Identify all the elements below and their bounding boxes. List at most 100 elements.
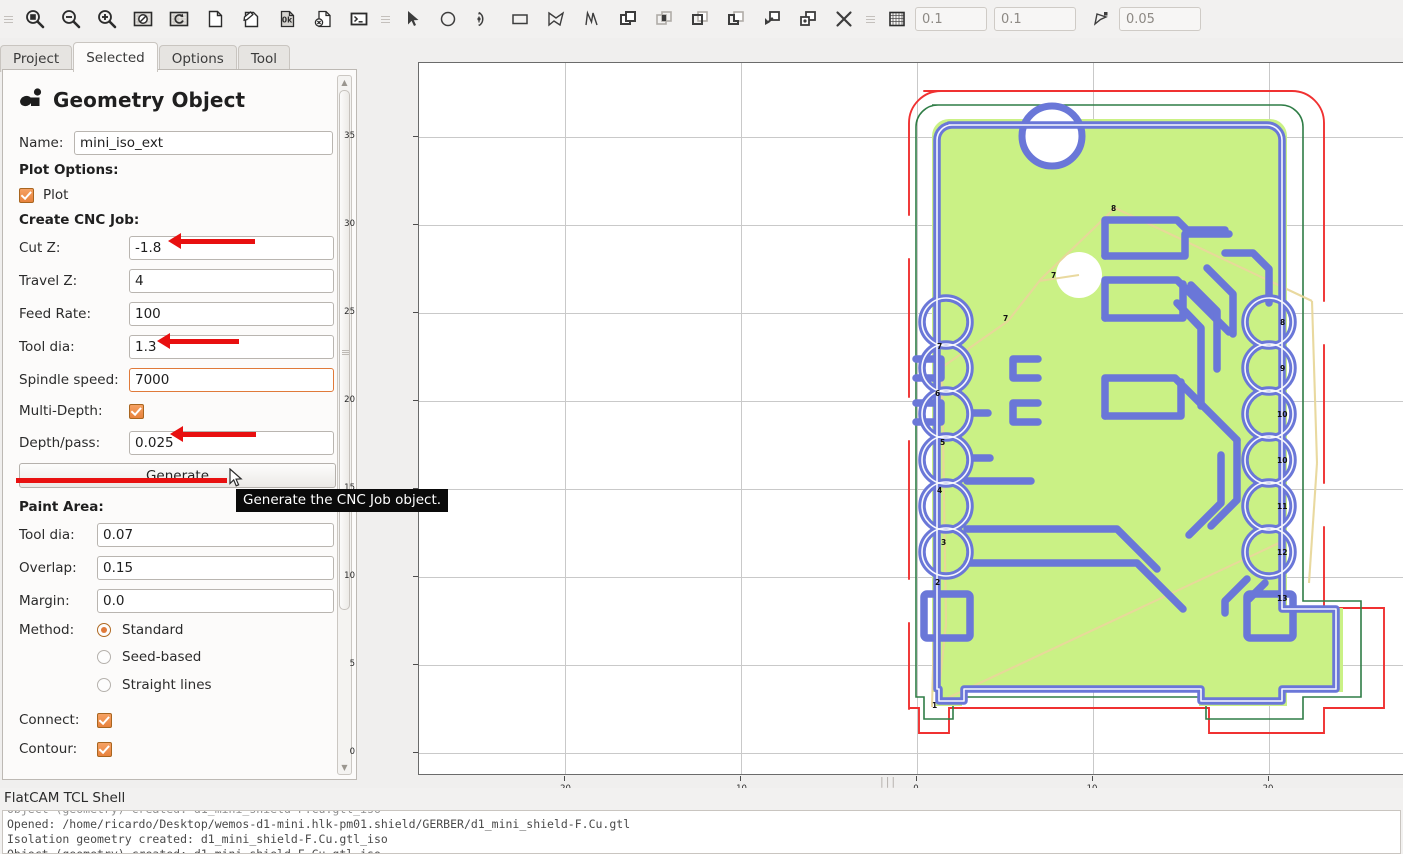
draw-arc-icon[interactable] (466, 2, 502, 36)
method-row-straight: Straight lines (97, 671, 336, 699)
grid-x-input[interactable] (915, 7, 987, 31)
snap-max-icon[interactable] (1083, 2, 1119, 36)
plot-canvas-area[interactable]: 35 30 25 20 15 10 5 0 -20 -10 0 (344, 40, 1403, 794)
intersection-icon[interactable] (646, 2, 682, 36)
draw-polygon-icon[interactable] (538, 2, 574, 36)
paint-margin-row: Margin: (19, 584, 336, 617)
method-radio-seed-based[interactable] (97, 650, 111, 664)
shell-terminal-icon[interactable] (341, 2, 377, 36)
scroll-down-arrow-icon[interactable]: ▼ (338, 761, 351, 774)
plot-checkbox-row[interactable]: Plot (19, 181, 336, 209)
tooltip: Generate the CNC Job object. (236, 489, 449, 512)
draw-path-icon[interactable] (574, 2, 610, 36)
log-line: Object (geometry) created: d1_mini_shiel… (7, 847, 381, 854)
y-tick-label: 0 (349, 747, 355, 757)
y-tick-label: 10 (344, 571, 355, 581)
tool-dia-row: Tool dia: (19, 330, 336, 363)
log-line: Object (geometry) created: d1_mini_shiel… (7, 811, 1400, 817)
pad-label: 4 (937, 486, 942, 495)
paint-margin-label: Margin: (19, 592, 70, 609)
zoom-in-icon[interactable] (89, 2, 125, 36)
tab-label: Project (13, 51, 60, 67)
contour-checkbox[interactable] (97, 741, 112, 757)
svg-text:0k: 0k (282, 16, 293, 25)
edit-file-icon[interactable] (233, 2, 269, 36)
y-tick-label: 35 (344, 131, 355, 141)
subtract-icon[interactable] (682, 2, 718, 36)
paint-margin-input[interactable] (97, 588, 334, 613)
select-cursor-icon[interactable] (394, 2, 430, 36)
snap-max-input[interactable] (1119, 7, 1201, 31)
cutout-icon[interactable] (718, 2, 754, 36)
spindle-speed-input[interactable] (129, 367, 334, 392)
method-row: Method: Standard (19, 617, 336, 643)
plot-checkbox[interactable] (19, 187, 34, 203)
tab-project[interactable]: Project (0, 45, 73, 72)
name-input[interactable] (74, 130, 333, 155)
tcl-shell-log[interactable]: Object (geometry) created: d1_mini_shiel… (2, 810, 1401, 854)
pad-label: 6 (935, 389, 940, 398)
name-row: Name: (19, 126, 336, 159)
y-tick-label: 5 (349, 659, 355, 669)
name-label: Name: (19, 134, 64, 151)
toolbar-grip-3[interactable] (866, 8, 875, 30)
pad-label: 7 (937, 342, 942, 351)
tab-options[interactable]: Options (158, 45, 237, 72)
scroll-up-arrow-icon[interactable]: ▲ (338, 76, 351, 89)
paint-overlap-input[interactable] (97, 555, 334, 580)
method-label-straight-lines: Straight lines (122, 677, 212, 693)
mouse-cursor-icon (229, 467, 245, 494)
scrollbar-thumb[interactable] (339, 90, 350, 610)
x-tick-mark (740, 776, 741, 781)
page-title: Geometry Object (53, 88, 246, 112)
contour-row: Contour: (19, 735, 336, 763)
plot-resize-grip[interactable]: ||| (880, 775, 897, 788)
grid-y-input[interactable] (994, 7, 1076, 31)
pcb-plot[interactable]: 1 2 3 4 5 6 7 7 7 8 8 9 10 10 11 12 13 (418, 62, 1403, 775)
delete-shape-icon[interactable] (826, 2, 862, 36)
pad-label: 12 (1277, 548, 1287, 557)
replot-icon[interactable] (161, 2, 197, 36)
draw-circle-icon[interactable] (430, 2, 466, 36)
clear-plot-icon[interactable] (125, 2, 161, 36)
zoom-fit-icon[interactable] (17, 2, 53, 36)
pad-label: 11 (1277, 502, 1287, 511)
copy-shape-icon[interactable] (790, 2, 826, 36)
feed-rate-input[interactable] (129, 301, 334, 326)
tab-label: Selected (86, 49, 145, 66)
plot-checkbox-label: Plot (43, 187, 69, 203)
zoom-out-icon[interactable] (53, 2, 89, 36)
spindle-speed-label: Spindle speed: (19, 371, 119, 388)
paint-tool-dia-row: Tool dia: (19, 518, 336, 551)
cut-z-label: Cut Z: (19, 239, 61, 256)
save-ok-icon[interactable]: 0k (269, 2, 305, 36)
panel-scrollbar[interactable]: ▲ ▼ (337, 75, 352, 775)
connect-row: Connect: (19, 705, 336, 735)
draw-rectangle-icon[interactable] (502, 2, 538, 36)
travel-z-input[interactable] (129, 268, 334, 293)
pad-label: 8 (1280, 318, 1285, 327)
generate-button[interactable]: Generate (19, 463, 336, 488)
pad-label: 13 (1277, 594, 1287, 603)
method-row-seed: Seed-based (97, 643, 336, 671)
log-line: Opened: /home/ricardo/Desktop/wemos-d1-m… (7, 817, 631, 831)
toolbar-grip-2[interactable] (381, 8, 390, 30)
new-file-icon[interactable] (197, 2, 233, 36)
method-radio-standard[interactable] (97, 623, 111, 637)
pad-label: 5 (940, 438, 945, 447)
toolbar-grip-1[interactable] (4, 8, 13, 30)
union-icon[interactable] (610, 2, 646, 36)
spindle-speed-row: Spindle speed: (19, 363, 336, 396)
connect-checkbox[interactable] (97, 712, 112, 728)
move-shape-icon[interactable] (754, 2, 790, 36)
tab-selected[interactable]: Selected (73, 42, 158, 72)
paint-tool-dia-input[interactable] (97, 522, 334, 547)
tab-tool[interactable]: Tool (237, 45, 291, 72)
multi-depth-row: Multi-Depth: (19, 396, 336, 426)
snap-grid-icon[interactable] (879, 2, 915, 36)
pad-label: 10 (1277, 410, 1287, 419)
method-radio-straight-lines[interactable] (97, 678, 111, 692)
multi-depth-checkbox[interactable] (129, 403, 144, 419)
delete-file-icon[interactable] (305, 2, 341, 36)
paint-overlap-label: Overlap: (19, 559, 77, 576)
